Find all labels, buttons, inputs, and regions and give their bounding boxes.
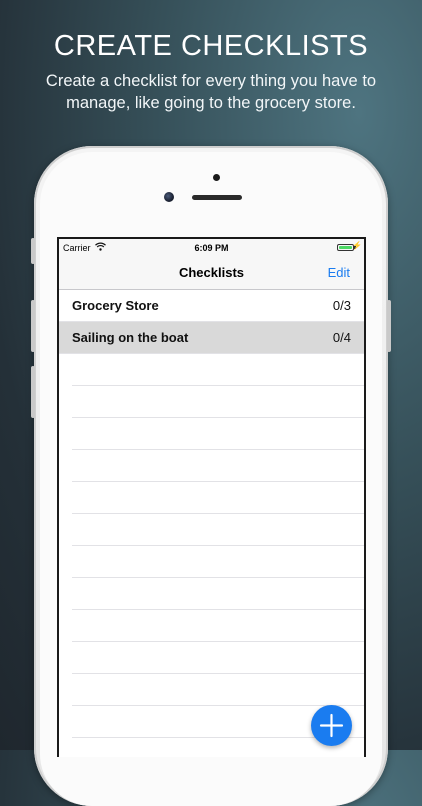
proximity-sensor-icon xyxy=(213,174,220,181)
page-title: Checklists xyxy=(178,265,245,280)
checklist-progress: 0/4 xyxy=(332,330,351,345)
empty-row xyxy=(72,354,364,386)
earpiece-speaker-icon xyxy=(192,195,242,200)
promo-headline: CREATE CHECKLISTS xyxy=(53,30,369,62)
empty-row xyxy=(72,610,364,642)
empty-row xyxy=(72,418,364,450)
front-camera-icon xyxy=(164,192,174,202)
edit-button[interactable]: Edit xyxy=(328,265,350,280)
checklist-table: Grocery Store 0/3 Sailing on the boat 0/… xyxy=(59,290,364,738)
status-bar: Carrier 6:09 PM ⚡ xyxy=(59,239,364,257)
volume-down-button xyxy=(31,366,35,418)
navigation-bar: Checklists Edit xyxy=(59,257,364,290)
checklist-row-sailing-on-the-boat[interactable]: Sailing on the boat 0/4 xyxy=(59,322,364,354)
empty-row xyxy=(72,546,364,578)
promo-subline: Create a checklist for every thing you h… xyxy=(45,72,377,112)
add-checklist-button[interactable] xyxy=(311,705,352,746)
checklist-name: Grocery Store xyxy=(72,298,159,313)
empty-row xyxy=(72,642,364,674)
empty-row xyxy=(72,578,364,610)
plus-icon xyxy=(319,713,344,738)
empty-row xyxy=(72,514,364,546)
volume-up-button xyxy=(31,300,35,352)
charging-bolt-icon: ⚡ xyxy=(352,241,362,250)
phone-screen: Carrier 6:09 PM ⚡ Checklists Edit Grocer… xyxy=(57,237,366,757)
empty-row xyxy=(72,386,364,418)
checklist-progress: 0/3 xyxy=(332,298,351,313)
empty-row xyxy=(72,450,364,482)
empty-row xyxy=(72,674,364,706)
power-button xyxy=(387,300,391,352)
status-time: 6:09 PM xyxy=(194,243,229,253)
empty-row xyxy=(72,482,364,514)
checklist-name: Sailing on the boat xyxy=(72,330,189,345)
checklist-row-grocery-store[interactable]: Grocery Store 0/3 xyxy=(59,290,364,322)
mute-switch xyxy=(31,238,35,264)
